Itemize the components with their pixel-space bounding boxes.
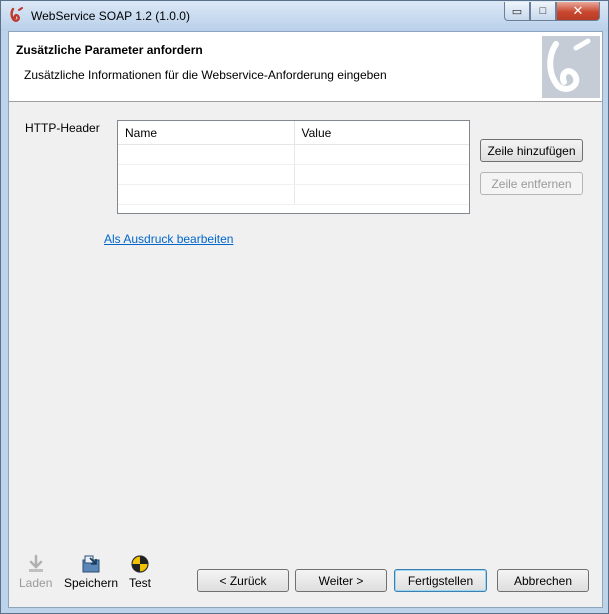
table-cell-value[interactable] (295, 185, 470, 204)
cancel-button[interactable]: Abbrechen (497, 569, 589, 592)
http-header-table[interactable]: Name Value (117, 120, 470, 214)
wizard-header: Zusätzliche Parameter anfordern Zusätzli… (9, 32, 602, 102)
page-description: Zusätzliche Informationen für die Webser… (24, 68, 387, 82)
next-label: Weiter > (318, 573, 364, 588)
close-icon: ✕ (572, 3, 584, 18)
next-button[interactable]: Weiter > (295, 569, 387, 592)
finish-button[interactable]: Fertigstellen (394, 569, 487, 592)
back-button[interactable]: < Zurück (197, 569, 289, 592)
save-button[interactable]: Speichern (64, 554, 118, 590)
remove-row-button[interactable]: Zeile entfernen (480, 172, 583, 195)
table-row[interactable] (118, 185, 469, 205)
table-row[interactable] (118, 165, 469, 185)
finish-label: Fertigstellen (407, 573, 474, 588)
maximize-icon: □ (539, 5, 547, 17)
table-header-row: Name Value (118, 121, 469, 145)
edit-as-expression-link[interactable]: Als Ausdruck bearbeiten (104, 232, 233, 246)
brand-logo-icon (542, 36, 600, 98)
dialog-client-area: Zusätzliche Parameter anfordern Zusätzli… (8, 31, 603, 608)
table-cell-value[interactable] (295, 145, 470, 164)
remove-row-label: Zeile entfernen (491, 176, 572, 191)
load-button[interactable]: Laden (19, 554, 52, 590)
add-row-button[interactable]: Zeile hinzufügen (480, 139, 583, 162)
save-icon (82, 555, 100, 573)
table-row[interactable] (118, 145, 469, 165)
test-label: Test (129, 576, 152, 590)
table-cell-name[interactable] (118, 165, 295, 184)
column-header-value[interactable]: Value (295, 121, 470, 144)
back-label: < Zurück (219, 573, 267, 588)
minimize-button[interactable]: ▭ (504, 2, 530, 21)
table-cell-name[interactable] (118, 185, 295, 204)
maximize-button[interactable]: □ (530, 2, 556, 21)
page-title: Zusätzliche Parameter anfordern (16, 43, 203, 57)
column-header-name[interactable]: Name (118, 121, 295, 144)
title-bar[interactable]: WebService SOAP 1.2 (1.0.0) ▭ □ ✕ (1, 1, 608, 31)
http-header-label: HTTP-Header (25, 121, 100, 135)
test-icon (131, 555, 149, 573)
add-row-label: Zeile hinzufügen (487, 143, 576, 158)
cancel-label: Abbrechen (513, 573, 573, 588)
dialog-window: WebService SOAP 1.2 (1.0.0) ▭ □ ✕ Zusätz… (0, 0, 609, 614)
load-icon (28, 554, 43, 572)
close-button[interactable]: ✕ (556, 2, 600, 21)
table-cell-value[interactable] (295, 165, 470, 184)
test-button[interactable]: Test (129, 554, 151, 590)
app-logo-icon (10, 7, 23, 22)
table-cell-name[interactable] (118, 145, 295, 164)
minimize-icon: ▭ (511, 5, 523, 18)
load-label: Laden (19, 576, 53, 590)
save-label: Speichern (64, 576, 119, 590)
window-title: WebService SOAP 1.2 (1.0.0) (31, 9, 190, 23)
